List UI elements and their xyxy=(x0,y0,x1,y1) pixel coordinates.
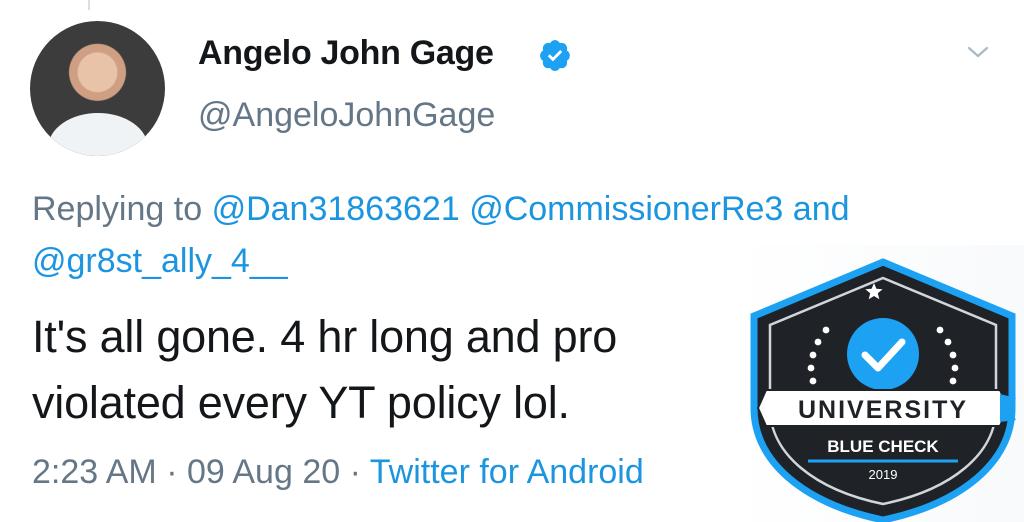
tweet-text: It's all gone. 4 hr long and pro violate… xyxy=(32,304,792,436)
check-icon xyxy=(847,318,919,390)
badge-bluecheck-text: BLUE CHECK xyxy=(827,437,939,456)
tweet-date[interactable]: 09 Aug 20 xyxy=(187,453,340,491)
tweet-text-line: violated every YT policy lol. xyxy=(32,377,570,428)
mention-and-link[interactable]: and xyxy=(793,190,850,228)
meta-separator: · xyxy=(349,453,361,491)
thread-line xyxy=(88,0,90,10)
avatar[interactable] xyxy=(30,21,165,156)
university-blue-check-badge: UNIVERSITY BLUE CHECK 2019 xyxy=(750,258,1016,522)
mention-link[interactable]: @CommissionerRe3 xyxy=(469,190,783,228)
reply-prefix: Replying to xyxy=(32,190,203,228)
handle[interactable]: @AngeloJohnGage xyxy=(198,96,495,135)
mention-link[interactable]: @Dan31863621 xyxy=(212,190,460,228)
chevron-down-icon[interactable] xyxy=(966,40,990,64)
tweet-time[interactable]: 2:23 AM xyxy=(32,453,157,491)
tweet-source[interactable]: Twitter for Android xyxy=(370,453,644,491)
tweet-meta: 2:23 AM · 09 Aug 20 · Twitter for Androi… xyxy=(32,453,644,492)
meta-separator: · xyxy=(166,453,178,491)
tweet-text-line: It's all gone. 4 hr long and pro xyxy=(32,311,618,362)
mention-link[interactable]: @gr8st_ally_4__ xyxy=(32,242,288,280)
verified-icon xyxy=(540,40,570,71)
badge-year-text: 2019 xyxy=(869,467,898,482)
badge-university-text: UNIVERSITY xyxy=(798,396,968,424)
display-name[interactable]: Angelo John Gage xyxy=(198,34,494,73)
